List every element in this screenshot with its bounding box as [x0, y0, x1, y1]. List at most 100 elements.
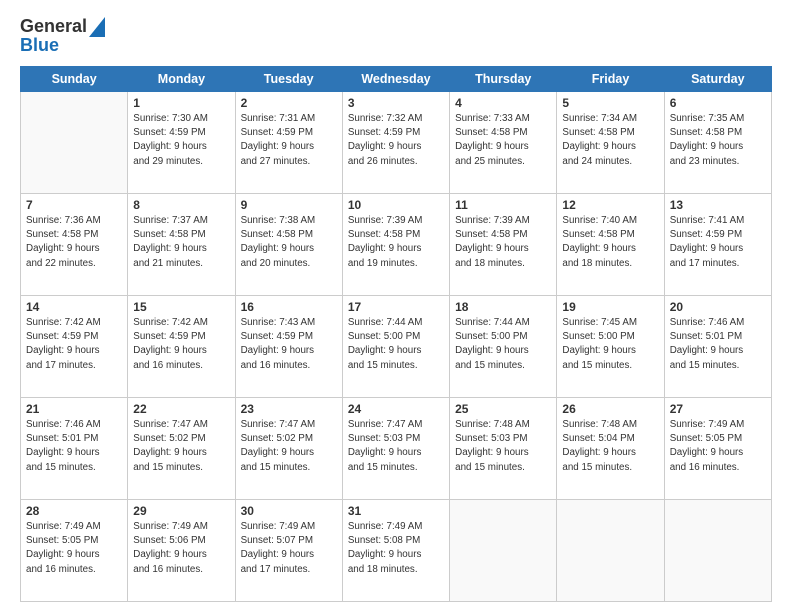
calendar-cell: 6 Sunrise: 7:35 AMSunset: 4:58 PMDaylight… — [664, 92, 771, 194]
calendar-cell: 30 Sunrise: 7:49 AMSunset: 5:07 PMDayligh… — [235, 500, 342, 602]
day-number: 3 — [348, 96, 444, 110]
day-number: 15 — [133, 300, 229, 314]
calendar-week-row: 14 Sunrise: 7:42 AMSunset: 4:59 PMDayligh… — [21, 296, 772, 398]
day-info: Sunrise: 7:41 AMSunset: 4:59 PMDaylight:… — [670, 214, 766, 271]
calendar-cell: 24Sunrise: 7:47 AMSunset: 5:03 PMDayligh… — [342, 398, 449, 500]
day-info: Sunrise: 7:49 AMSunset: 5:07 PMDaylight:… — [241, 520, 337, 577]
day-number: 25 — [455, 402, 551, 416]
logo-blue: Blue — [20, 35, 59, 56]
calendar-cell — [664, 500, 771, 602]
day-number: 22 — [133, 402, 229, 416]
calendar-cell: 12 Sunrise: 7:40 AMSunset: 4:58 PMDayligh… — [557, 194, 664, 296]
calendar-cell: 28 Sunrise: 7:49 AMSunset: 5:05 PMDayligh… — [21, 500, 128, 602]
calendar-cell: 4 Sunrise: 7:33 AMSunset: 4:58 PMDaylight… — [450, 92, 557, 194]
header: General Blue — [20, 16, 772, 56]
logo-general: General — [20, 16, 87, 37]
day-number: 10 — [348, 198, 444, 212]
day-info: Sunrise: 7:37 AMSunset: 4:58 PMDaylight:… — [133, 214, 229, 271]
day-info: Sunrise: 7:49 AMSunset: 5:08 PMDaylight:… — [348, 520, 444, 577]
calendar-cell: 31 Sunrise: 7:49 AMSunset: 5:08 PMDayligh… — [342, 500, 449, 602]
day-header-friday: Friday — [557, 67, 664, 92]
day-info: Sunrise: 7:38 AMSunset: 4:58 PMDaylight:… — [241, 214, 337, 271]
day-info: Sunrise: 7:35 AMSunset: 4:58 PMDaylight:… — [670, 112, 766, 169]
day-info: Sunrise: 7:48 AMSunset: 5:04 PMDaylight:… — [562, 418, 658, 475]
day-number: 20 — [670, 300, 766, 314]
calendar-week-row: 1 Sunrise: 7:30 AMSunset: 4:59 PMDaylight… — [21, 92, 772, 194]
calendar-cell: 17 Sunrise: 7:44 AMSunset: 5:00 PMDayligh… — [342, 296, 449, 398]
day-number: 12 — [562, 198, 658, 212]
calendar-cell: 3 Sunrise: 7:32 AMSunset: 4:59 PMDaylight… — [342, 92, 449, 194]
day-info: Sunrise: 7:44 AMSunset: 5:00 PMDaylight:… — [348, 316, 444, 373]
day-info: Sunrise: 7:44 AMSunset: 5:00 PMDaylight:… — [455, 316, 551, 373]
calendar-cell: 11Sunrise: 7:39 AMSunset: 4:58 PMDayligh… — [450, 194, 557, 296]
calendar-cell: 2 Sunrise: 7:31 AMSunset: 4:59 PMDaylight… — [235, 92, 342, 194]
day-number: 16 — [241, 300, 337, 314]
calendar-cell — [450, 500, 557, 602]
day-number: 23 — [241, 402, 337, 416]
calendar-cell: 9 Sunrise: 7:38 AMSunset: 4:58 PMDaylight… — [235, 194, 342, 296]
day-number: 31 — [348, 504, 444, 518]
calendar-cell: 10 Sunrise: 7:39 AMSunset: 4:58 PMDayligh… — [342, 194, 449, 296]
day-number: 9 — [241, 198, 337, 212]
calendar-cell: 14 Sunrise: 7:42 AMSunset: 4:59 PMDayligh… — [21, 296, 128, 398]
day-info: Sunrise: 7:34 AMSunset: 4:58 PMDaylight:… — [562, 112, 658, 169]
logo: General Blue — [20, 16, 105, 56]
day-number: 21 — [26, 402, 122, 416]
day-number: 8 — [133, 198, 229, 212]
day-info: Sunrise: 7:47 AMSunset: 5:02 PMDaylight:… — [241, 418, 337, 475]
calendar-cell: 18 Sunrise: 7:44 AMSunset: 5:00 PMDayligh… — [450, 296, 557, 398]
day-info: Sunrise: 7:42 AMSunset: 4:59 PMDaylight:… — [133, 316, 229, 373]
day-info: Sunrise: 7:32 AMSunset: 4:59 PMDaylight:… — [348, 112, 444, 169]
day-number: 6 — [670, 96, 766, 110]
calendar-cell: 13 Sunrise: 7:41 AMSunset: 4:59 PMDayligh… — [664, 194, 771, 296]
day-number: 14 — [26, 300, 122, 314]
calendar-cell: 8 Sunrise: 7:37 AMSunset: 4:58 PMDaylight… — [128, 194, 235, 296]
calendar-cell — [21, 92, 128, 194]
day-info: Sunrise: 7:31 AMSunset: 4:59 PMDaylight:… — [241, 112, 337, 169]
calendar-cell: 25 Sunrise: 7:48 AMSunset: 5:03 PMDayligh… — [450, 398, 557, 500]
day-header-monday: Monday — [128, 67, 235, 92]
day-header-tuesday: Tuesday — [235, 67, 342, 92]
day-number: 5 — [562, 96, 658, 110]
day-info: Sunrise: 7:46 AMSunset: 5:01 PMDaylight:… — [670, 316, 766, 373]
day-number: 13 — [670, 198, 766, 212]
calendar-cell: 20 Sunrise: 7:46 AMSunset: 5:01 PMDayligh… — [664, 296, 771, 398]
day-info: Sunrise: 7:46 AMSunset: 5:01 PMDaylight:… — [26, 418, 122, 475]
day-info: Sunrise: 7:49 AMSunset: 5:05 PMDaylight:… — [26, 520, 122, 577]
day-number: 1 — [133, 96, 229, 110]
calendar-cell: 22 Sunrise: 7:47 AMSunset: 5:02 PMDayligh… — [128, 398, 235, 500]
day-info: Sunrise: 7:49 AMSunset: 5:06 PMDaylight:… — [133, 520, 229, 577]
day-info: Sunrise: 7:39 AMSunset: 4:58 PMDaylight:… — [455, 214, 551, 271]
calendar-table: SundayMondayTuesdayWednesdayThursdayFrid… — [20, 66, 772, 602]
day-info: Sunrise: 7:49 AMSunset: 5:05 PMDaylight:… — [670, 418, 766, 475]
calendar-cell: 16 Sunrise: 7:43 AMSunset: 4:59 PMDayligh… — [235, 296, 342, 398]
logo-triangle-icon — [89, 17, 105, 37]
day-number: 17 — [348, 300, 444, 314]
day-header-sunday: Sunday — [21, 67, 128, 92]
calendar-cell: 7Sunrise: 7:36 AMSunset: 4:58 PMDaylight… — [21, 194, 128, 296]
calendar-cell — [557, 500, 664, 602]
day-number: 18 — [455, 300, 551, 314]
calendar-week-row: 28 Sunrise: 7:49 AMSunset: 5:05 PMDayligh… — [21, 500, 772, 602]
day-number: 2 — [241, 96, 337, 110]
calendar-cell: 5 Sunrise: 7:34 AMSunset: 4:58 PMDaylight… — [557, 92, 664, 194]
day-number: 7 — [26, 198, 122, 212]
calendar-cell: 1 Sunrise: 7:30 AMSunset: 4:59 PMDaylight… — [128, 92, 235, 194]
day-info: Sunrise: 7:39 AMSunset: 4:58 PMDaylight:… — [348, 214, 444, 271]
day-info: Sunrise: 7:48 AMSunset: 5:03 PMDaylight:… — [455, 418, 551, 475]
calendar-cell: 29 Sunrise: 7:49 AMSunset: 5:06 PMDayligh… — [128, 500, 235, 602]
day-number: 30 — [241, 504, 337, 518]
day-info: Sunrise: 7:40 AMSunset: 4:58 PMDaylight:… — [562, 214, 658, 271]
day-number: 29 — [133, 504, 229, 518]
day-info: Sunrise: 7:47 AMSunset: 5:02 PMDaylight:… — [133, 418, 229, 475]
day-info: Sunrise: 7:30 AMSunset: 4:59 PMDaylight:… — [133, 112, 229, 169]
day-header-wednesday: Wednesday — [342, 67, 449, 92]
calendar-cell: 23 Sunrise: 7:47 AMSunset: 5:02 PMDayligh… — [235, 398, 342, 500]
day-info: Sunrise: 7:42 AMSunset: 4:59 PMDaylight:… — [26, 316, 122, 373]
day-info: Sunrise: 7:43 AMSunset: 4:59 PMDaylight:… — [241, 316, 337, 373]
day-number: 4 — [455, 96, 551, 110]
day-number: 19 — [562, 300, 658, 314]
day-header-saturday: Saturday — [664, 67, 771, 92]
day-info: Sunrise: 7:33 AMSunset: 4:58 PMDaylight:… — [455, 112, 551, 169]
day-number: 28 — [26, 504, 122, 518]
